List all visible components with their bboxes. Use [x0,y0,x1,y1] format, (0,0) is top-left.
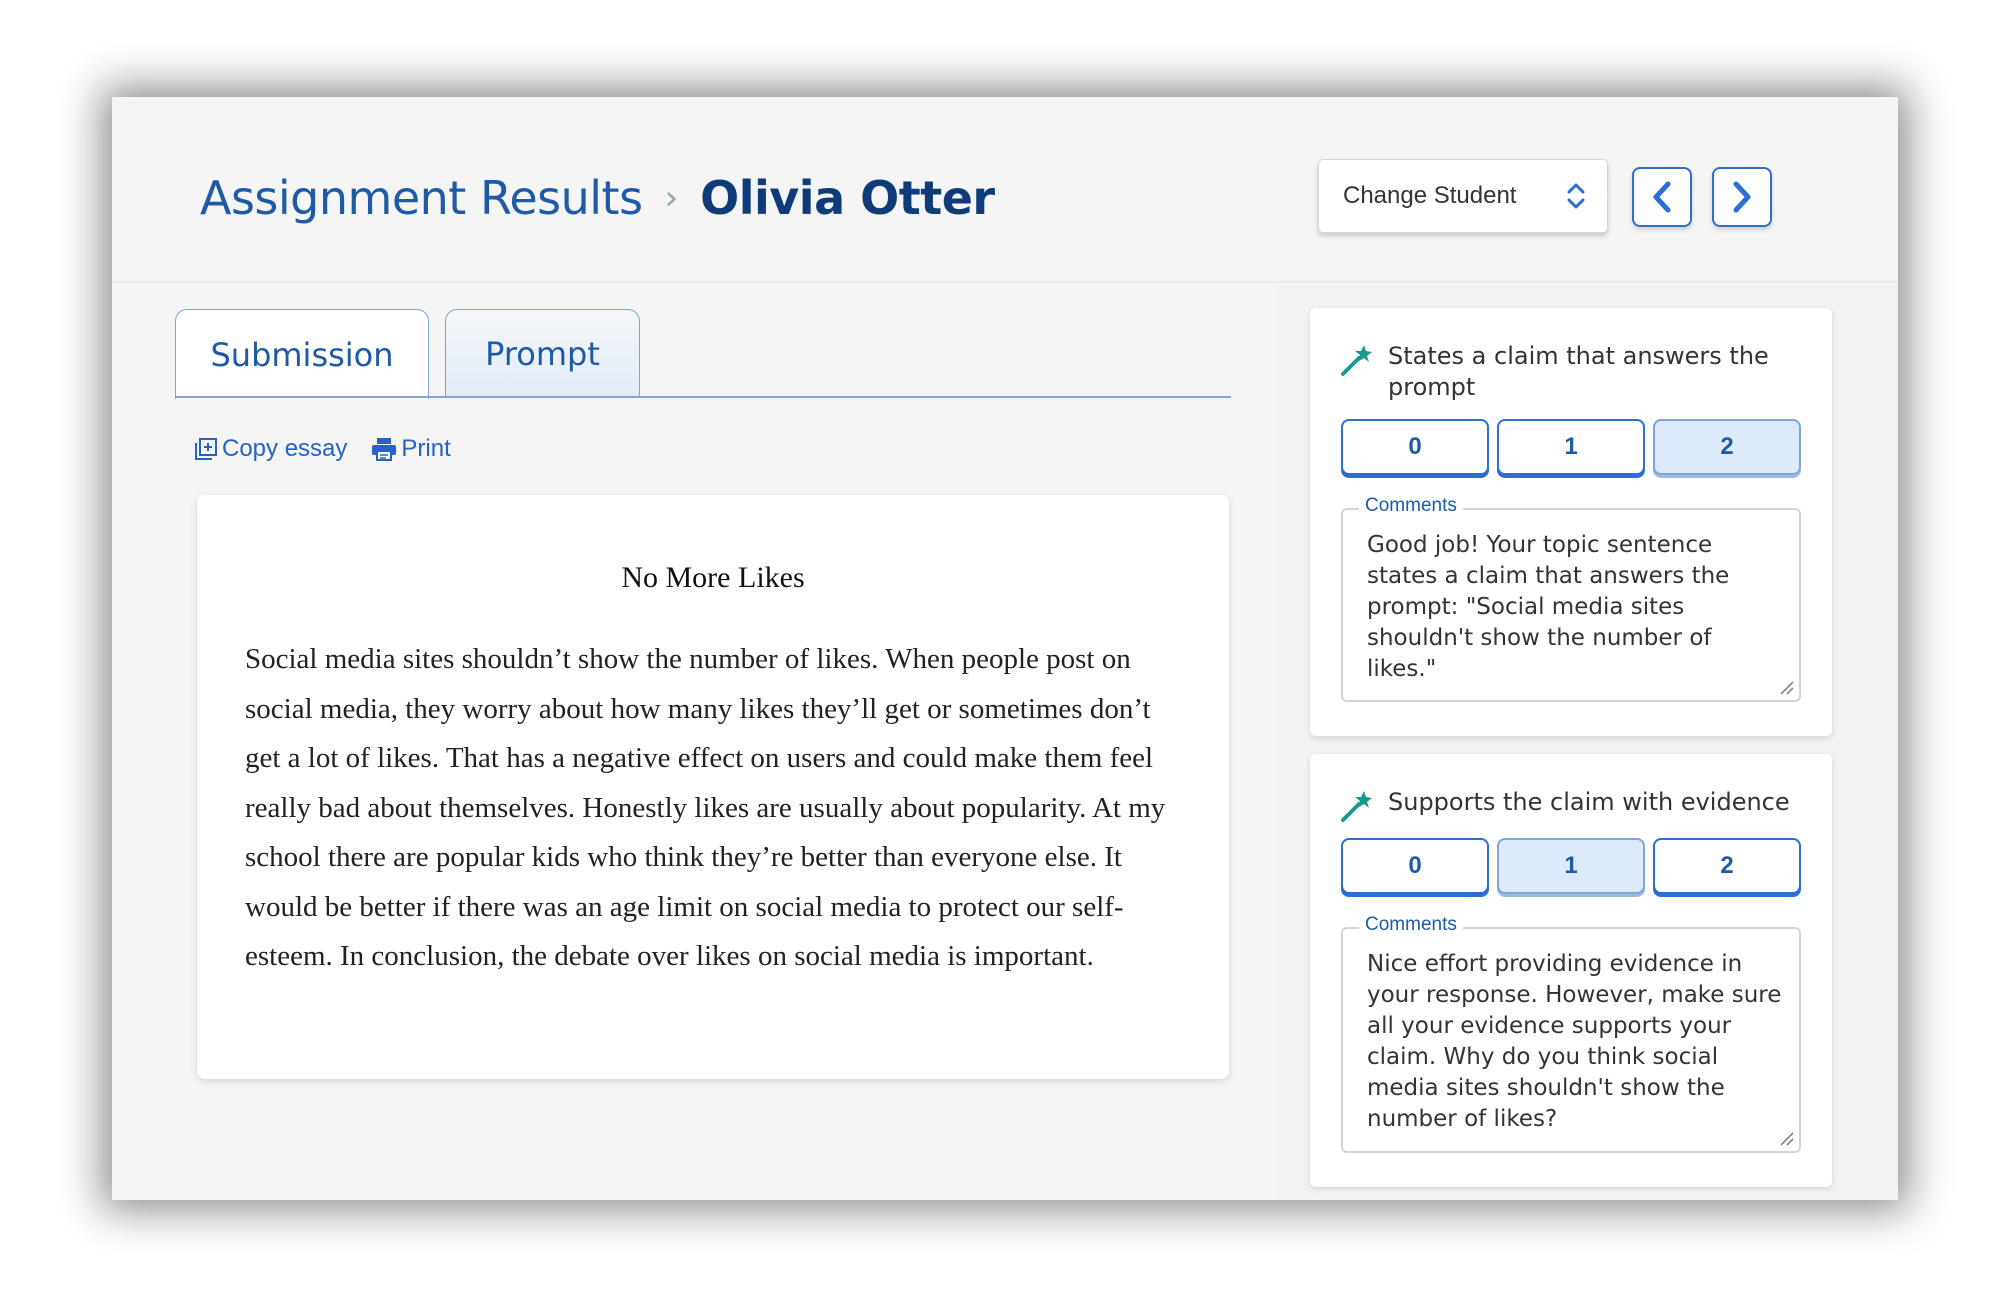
essay-toolbar: Copy essay Print [194,435,451,463]
change-student-label: Change Student [1343,182,1517,209]
comments-label: Comments [1359,495,1463,517]
score-selector: 0 1 2 [1341,419,1801,475]
comment-text: Nice effort providing evidence in your r… [1367,951,1782,1132]
printer-icon [372,438,397,461]
chevron-left-icon [1653,181,1671,213]
print-button[interactable]: Print [371,435,451,463]
tab-prompt[interactable]: Prompt [445,309,640,397]
comment-text: Good job! Your topic sentence states a c… [1367,532,1730,682]
rubric-header: States a claim that answers the prompt [1340,341,1810,403]
score-button-1[interactable]: 1 [1497,838,1645,894]
app-window: Assignment Results › Olivia Otter Change… [112,97,1898,1200]
previous-student-button[interactable] [1632,167,1692,227]
rubric-criterion: Supports the claim with evidence [1388,788,1790,816]
change-student-select[interactable]: Change Student [1318,159,1608,233]
copy-icon [195,438,217,460]
page-title: Olivia Otter [700,171,995,225]
tab-divider [175,396,1231,398]
copy-essay-label: Copy essay [222,435,348,462]
resize-handle-icon[interactable] [1777,1129,1795,1147]
essay-title: No More Likes [621,561,805,594]
tab-submission[interactable]: Submission [175,309,429,399]
resize-handle-icon[interactable] [1777,678,1795,696]
score-selector: 0 1 2 [1341,838,1801,894]
comments-label: Comments [1359,914,1463,936]
breadcrumb-chevron-icon: › [664,178,679,218]
page-header: Assignment Results › Olivia Otter Change… [112,97,1898,283]
essay-card: No More Likes Social media sites shouldn… [197,495,1229,1079]
print-label: Print [401,435,451,462]
breadcrumb: Assignment Results › Olivia Otter [200,163,995,233]
rubric-card: Supports the claim with evidence 0 1 2 C… [1310,754,1832,1187]
magic-wand-icon [1341,791,1372,822]
breadcrumb-root-link[interactable]: Assignment Results [200,171,643,225]
select-updown-icon [1567,183,1585,209]
rubric-header: Supports the claim with evidence [1340,787,1810,823]
score-button-2[interactable]: 2 [1653,419,1801,475]
rubric-card: States a claim that answers the prompt 0… [1310,308,1832,736]
rubric-criterion: States a claim that answers the prompt [1388,342,1769,401]
score-button-0[interactable]: 0 [1341,838,1489,894]
comments-textarea[interactable]: Comments Nice effort providing evidence … [1341,914,1801,1153]
score-button-1[interactable]: 1 [1497,419,1645,475]
magic-wand-icon [1341,345,1372,376]
comments-textarea[interactable]: Comments Good job! Your topic sentence s… [1341,495,1801,702]
score-button-0[interactable]: 0 [1341,419,1489,475]
next-student-button[interactable] [1712,167,1772,227]
score-button-2[interactable]: 2 [1653,838,1801,894]
chevron-right-icon [1733,181,1751,213]
essay-body: Social media sites shouldn’t show the nu… [245,643,1166,972]
copy-essay-button[interactable]: Copy essay [194,435,347,463]
